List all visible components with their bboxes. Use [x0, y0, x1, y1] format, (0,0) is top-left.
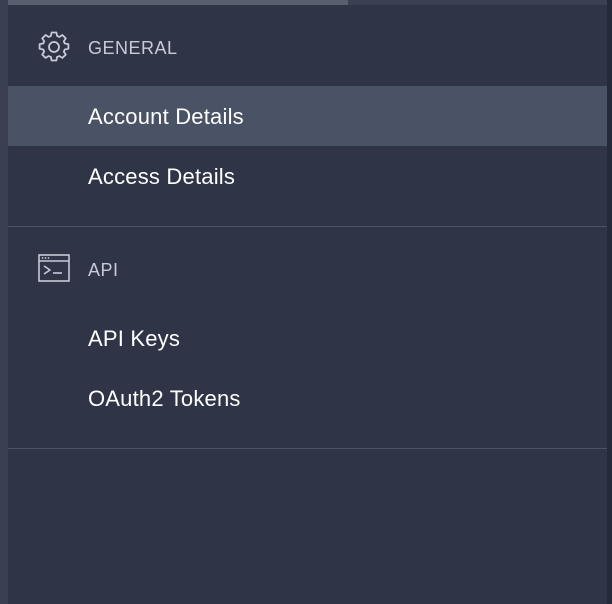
nav-item-oauth2-tokens[interactable]: OAuth2 Tokens [8, 368, 607, 428]
gear-icon [38, 31, 70, 63]
section-title-api: API [88, 260, 119, 280]
section-title-general: GENERAL [88, 38, 178, 58]
section-header-general: GENERAL [8, 5, 607, 75]
nav-item-account-details[interactable]: Account Details [8, 86, 607, 146]
nav-item-label: Access Details [88, 164, 236, 189]
section-divider [8, 448, 607, 449]
right-edge [607, 0, 612, 604]
nav-item-access-details[interactable]: Access Details [8, 146, 607, 206]
settings-nav-panel: GENERAL Account Details Access Details A… [8, 5, 607, 604]
nav-item-api-keys[interactable]: API Keys [8, 308, 607, 368]
nav-item-label: OAuth2 Tokens [88, 386, 241, 411]
settings-sidebar-frame: GENERAL Account Details Access Details A… [0, 0, 612, 604]
left-edge [0, 0, 8, 604]
nav-item-label: API Keys [88, 326, 181, 351]
terminal-window-icon [38, 254, 70, 286]
section-header-api: API [8, 227, 607, 297]
nav-item-label: Account Details [88, 104, 244, 129]
